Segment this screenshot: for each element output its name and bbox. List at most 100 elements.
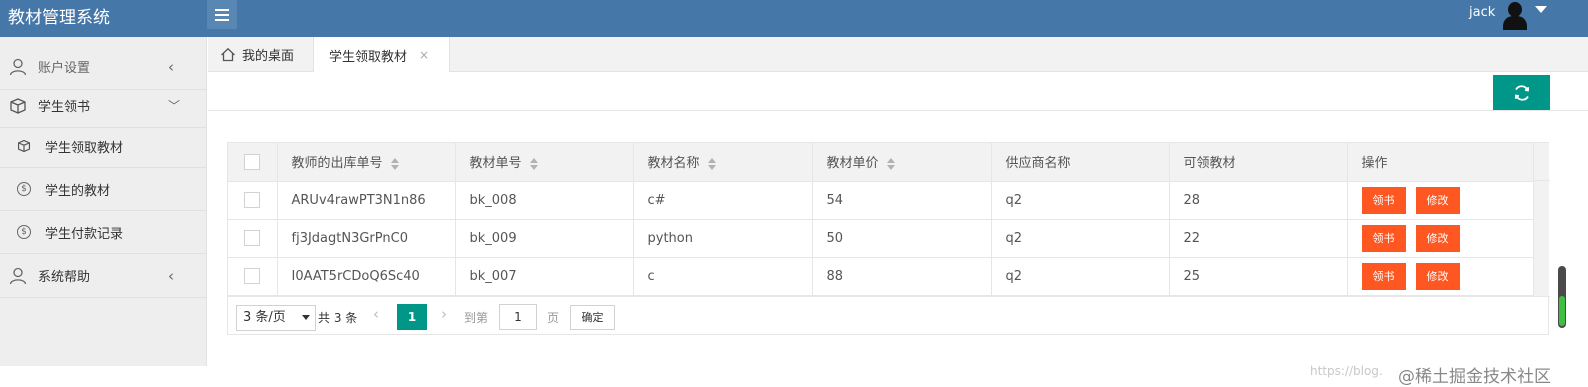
edit-button[interactable]: 修改 [1415,224,1460,252]
row-select-cell [228,257,278,296]
cell-book-name: python [633,219,813,258]
row-select-cell [228,181,278,220]
column-header-book-id[interactable]: 教材单号 [455,143,634,182]
column-label: 教材单号 [469,156,522,172]
chevron-down-icon: ﹀ [168,99,181,113]
page-suffix: 页 [547,311,560,325]
column-label: 教材单价 [826,156,879,172]
claim-button[interactable]: 领书 [1361,186,1406,214]
table-scroll-gutter [1533,143,1550,296]
cell-price: 54 [812,181,992,220]
cell-book-id: bk_008 [455,181,634,220]
data-table: 教师的出库单号 教材单号 教材名称 教材单价 供应商名称 可领教材 操作 ARU… [227,142,1550,335]
confirm-button[interactable]: 确定 [570,305,615,330]
cell-order: ARUv4rawPT3N1n86 [277,181,456,220]
column-label: 操作 [1361,156,1388,172]
select-all-checkbox[interactable] [244,153,261,170]
table-header-row: 教师的出库单号 教材单号 教材名称 教材单价 供应商名称 可领教材 操作 [228,143,1534,182]
sort-icon[interactable] [390,157,399,170]
home-icon [221,47,235,62]
sort-icon[interactable] [707,157,716,170]
page-scrollbar[interactable] [1558,266,1566,328]
column-header-actions: 操作 [1347,143,1534,182]
dollar-circle-icon: $ [17,182,31,196]
row-checkbox[interactable] [244,268,261,284]
dollar-circle-icon: $ [17,225,31,239]
cell-supplier: q2 [991,257,1170,296]
table-row: I0AAT5rCDoQ6Sc40 bk_007 c 88 q2 25 领书 修改 [228,257,1534,296]
chevron-down-icon[interactable] [1535,6,1547,13]
sort-icon[interactable] [886,157,895,170]
cell-quantity: 25 [1169,257,1348,296]
claim-button[interactable]: 领书 [1361,224,1406,252]
select-all-cell [228,143,278,182]
tab-claim-books[interactable]: 学生领取教材 × [313,37,450,73]
chevron-left-icon: ‹ [168,57,174,76]
chevron-down-icon [302,315,310,320]
app-title: 教材管理系统 [8,8,110,28]
column-label: 教师的出库单号 [291,156,383,172]
cell-book-name: c [633,257,813,296]
tab-desktop[interactable]: 我的桌面 [220,37,294,72]
goto-label: 到第 [464,311,489,325]
goto-page-input[interactable]: 1 [499,304,537,330]
top-header: 教材管理系统 jack [0,0,1588,37]
column-label: 教材名称 [647,156,700,172]
sidebar-item-label: 系统帮助 [38,270,91,285]
column-label: 供应商名称 [1005,156,1071,172]
sidebar-subitem-label: 学生领取教材 [45,140,124,156]
cell-book-id: bk_009 [455,219,634,258]
prev-page-icon[interactable]: ‹ [373,305,379,323]
box-icon [17,139,31,153]
cell-order: I0AAT5rCDoQ6Sc40 [277,257,456,296]
table-row: ARUv4rawPT3N1n86 bk_008 c# 54 q2 28 领书 修改 [228,181,1534,220]
sidebar-subitem-my-books[interactable]: $ 学生的教材 [0,168,207,211]
cell-quantity: 28 [1169,181,1348,220]
sidebar-item-label: 学生领书 [38,100,91,115]
cell-actions: 领书 修改 [1347,219,1534,258]
column-header-price[interactable]: 教材单价 [812,143,992,182]
tab-label: 学生领取教材 [329,49,408,65]
sidebar-subitem-label: 学生的教材 [45,183,111,199]
cell-order: fj3JdagtN3GrPnC0 [277,219,456,258]
cell-actions: 领书 修改 [1347,181,1534,220]
column-label: 可领教材 [1183,156,1236,172]
divider [208,110,1588,111]
pagination: 3 条/页 共 3 条 ‹ 1 › 到第 1 页 确定 [228,296,1550,335]
edit-button[interactable]: 修改 [1415,186,1460,214]
total-count: 共 3 条 [318,311,358,325]
row-checkbox[interactable] [244,192,261,208]
user-name[interactable]: jack [1469,5,1495,20]
user-icon [9,58,27,75]
avatar[interactable] [1500,0,1530,32]
edit-button[interactable]: 修改 [1415,262,1460,290]
sidebar-item-student-books[interactable]: 学生领书 ﹀ [0,84,207,128]
box-icon [10,97,26,114]
refresh-icon [1514,85,1530,101]
sidebar: 账户设置 ‹ 学生领书 ﹀ 学生领取教材 $ 学生的教材 $ 学生付款记录 系统… [0,37,207,366]
row-select-cell [228,219,278,258]
close-icon[interactable]: × [419,48,429,62]
cell-book-id: bk_007 [455,257,634,296]
column-header-order[interactable]: 教师的出库单号 [277,143,456,182]
column-header-quantity: 可领教材 [1169,143,1348,182]
current-page[interactable]: 1 [397,304,427,330]
page-size-select[interactable]: 3 条/页 [236,305,316,331]
sidebar-subitem-payments[interactable]: $ 学生付款记录 [0,211,207,254]
column-header-book-name[interactable]: 教材名称 [633,143,813,182]
refresh-button[interactable] [1493,75,1550,110]
watermark-faint: https://blog. [1310,364,1383,378]
cell-supplier: q2 [991,219,1170,258]
sidebar-subitem-claim-books[interactable]: 学生领取教材 [0,125,207,168]
sidebar-subitem-label: 学生付款记录 [45,226,124,242]
claim-button[interactable]: 领书 [1361,262,1406,290]
sidebar-item-help[interactable]: 系统帮助 ‹ [0,254,207,298]
column-header-supplier: 供应商名称 [991,143,1170,182]
cell-actions: 领书 修改 [1347,257,1534,296]
sort-icon[interactable] [529,157,538,170]
cell-price: 50 [812,219,992,258]
hamburger-icon[interactable] [207,0,237,29]
next-page-icon[interactable]: › [441,305,447,323]
row-checkbox[interactable] [244,230,261,246]
chevron-left-icon: ‹ [168,266,174,285]
